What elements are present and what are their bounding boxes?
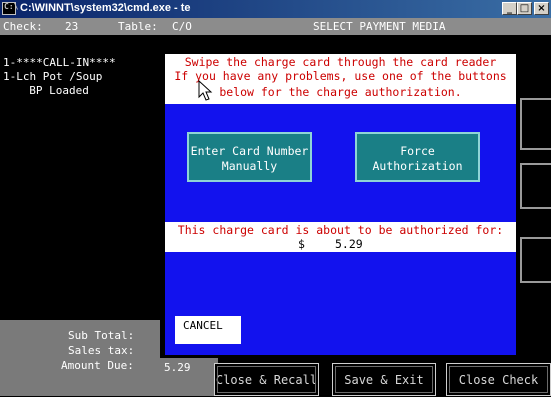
check-label: Check: <box>3 20 43 33</box>
amount-due-value: 5.29 <box>164 361 191 374</box>
cmd-icon: C:\ <box>2 2 18 15</box>
amount-due-label: Amount Due: <box>61 359 134 372</box>
force-line-2: Authorization <box>372 159 463 173</box>
instruction-line-3: below for the charge authorization. <box>219 85 462 99</box>
side-button-1[interactable] <box>520 98 551 150</box>
cancel-label: CANCEL <box>183 319 223 332</box>
table-number: C/O <box>172 20 192 33</box>
check-number: 23 <box>65 20 79 33</box>
instruction-line-2: If you have any problems, use one of the… <box>174 69 507 83</box>
currency-symbol: $ <box>298 237 305 251</box>
enter-card-manually-button[interactable]: Enter Card Number Manually <box>187 132 312 182</box>
mouse-cursor-icon <box>198 80 213 101</box>
order-item[interactable]: 1-Lch Pot /Soup <box>3 70 102 83</box>
instruction-line-1: Swipe the charge card through the card r… <box>184 55 497 69</box>
manual-line-1: Enter Card Number <box>190 144 309 158</box>
authorization-text: This charge card is about to be authoriz… <box>177 223 504 237</box>
table-label: Table: <box>118 20 158 33</box>
order-item[interactable]: 1-****CALL-IN**** <box>3 56 116 69</box>
cancel-button[interactable]: CANCEL <box>175 316 241 344</box>
minimize-button[interactable]: _ <box>502 2 517 15</box>
check-header: Check: 23 Table: C/O SELECT PAYMENT MEDI… <box>0 18 551 35</box>
force-authorization-button[interactable]: Force Authorization <box>355 132 480 182</box>
window-title-bar[interactable]: C:\ C:\WINNT\system32\cmd.exe - te _ □ × <box>0 0 551 18</box>
manual-line-2: Manually <box>221 159 278 173</box>
close-check-button[interactable]: Close Check <box>446 363 551 396</box>
side-button-3[interactable] <box>520 237 551 283</box>
window-title: C:\WINNT\system32\cmd.exe - te <box>20 2 191 14</box>
authorization-amount-panel: This charge card is about to be authoriz… <box>165 222 516 252</box>
close-recall-button[interactable]: Close & Recall <box>214 363 319 396</box>
amount-due-box: 5.29 <box>160 358 218 396</box>
swipe-instructions: Swipe the charge card through the card r… <box>165 54 516 104</box>
side-button-2[interactable] <box>520 163 551 209</box>
force-line-1: Force <box>400 144 435 158</box>
screen-title: SELECT PAYMENT MEDIA <box>313 20 446 33</box>
order-item[interactable]: BP Loaded <box>16 84 89 97</box>
maximize-button[interactable]: □ <box>517 2 532 15</box>
authorization-amount: 5.29 <box>335 237 363 251</box>
close-button[interactable]: × <box>534 2 549 15</box>
totals-panel: Sub Total: Sales tax: Amount Due: <box>0 320 160 396</box>
sub-total-label: Sub Total: <box>68 329 135 342</box>
sales-tax-label: Sales tax: <box>68 344 135 357</box>
save-exit-button[interactable]: Save & Exit <box>332 363 436 396</box>
card-authorization-dialog: Swipe the charge card through the card r… <box>165 54 516 355</box>
